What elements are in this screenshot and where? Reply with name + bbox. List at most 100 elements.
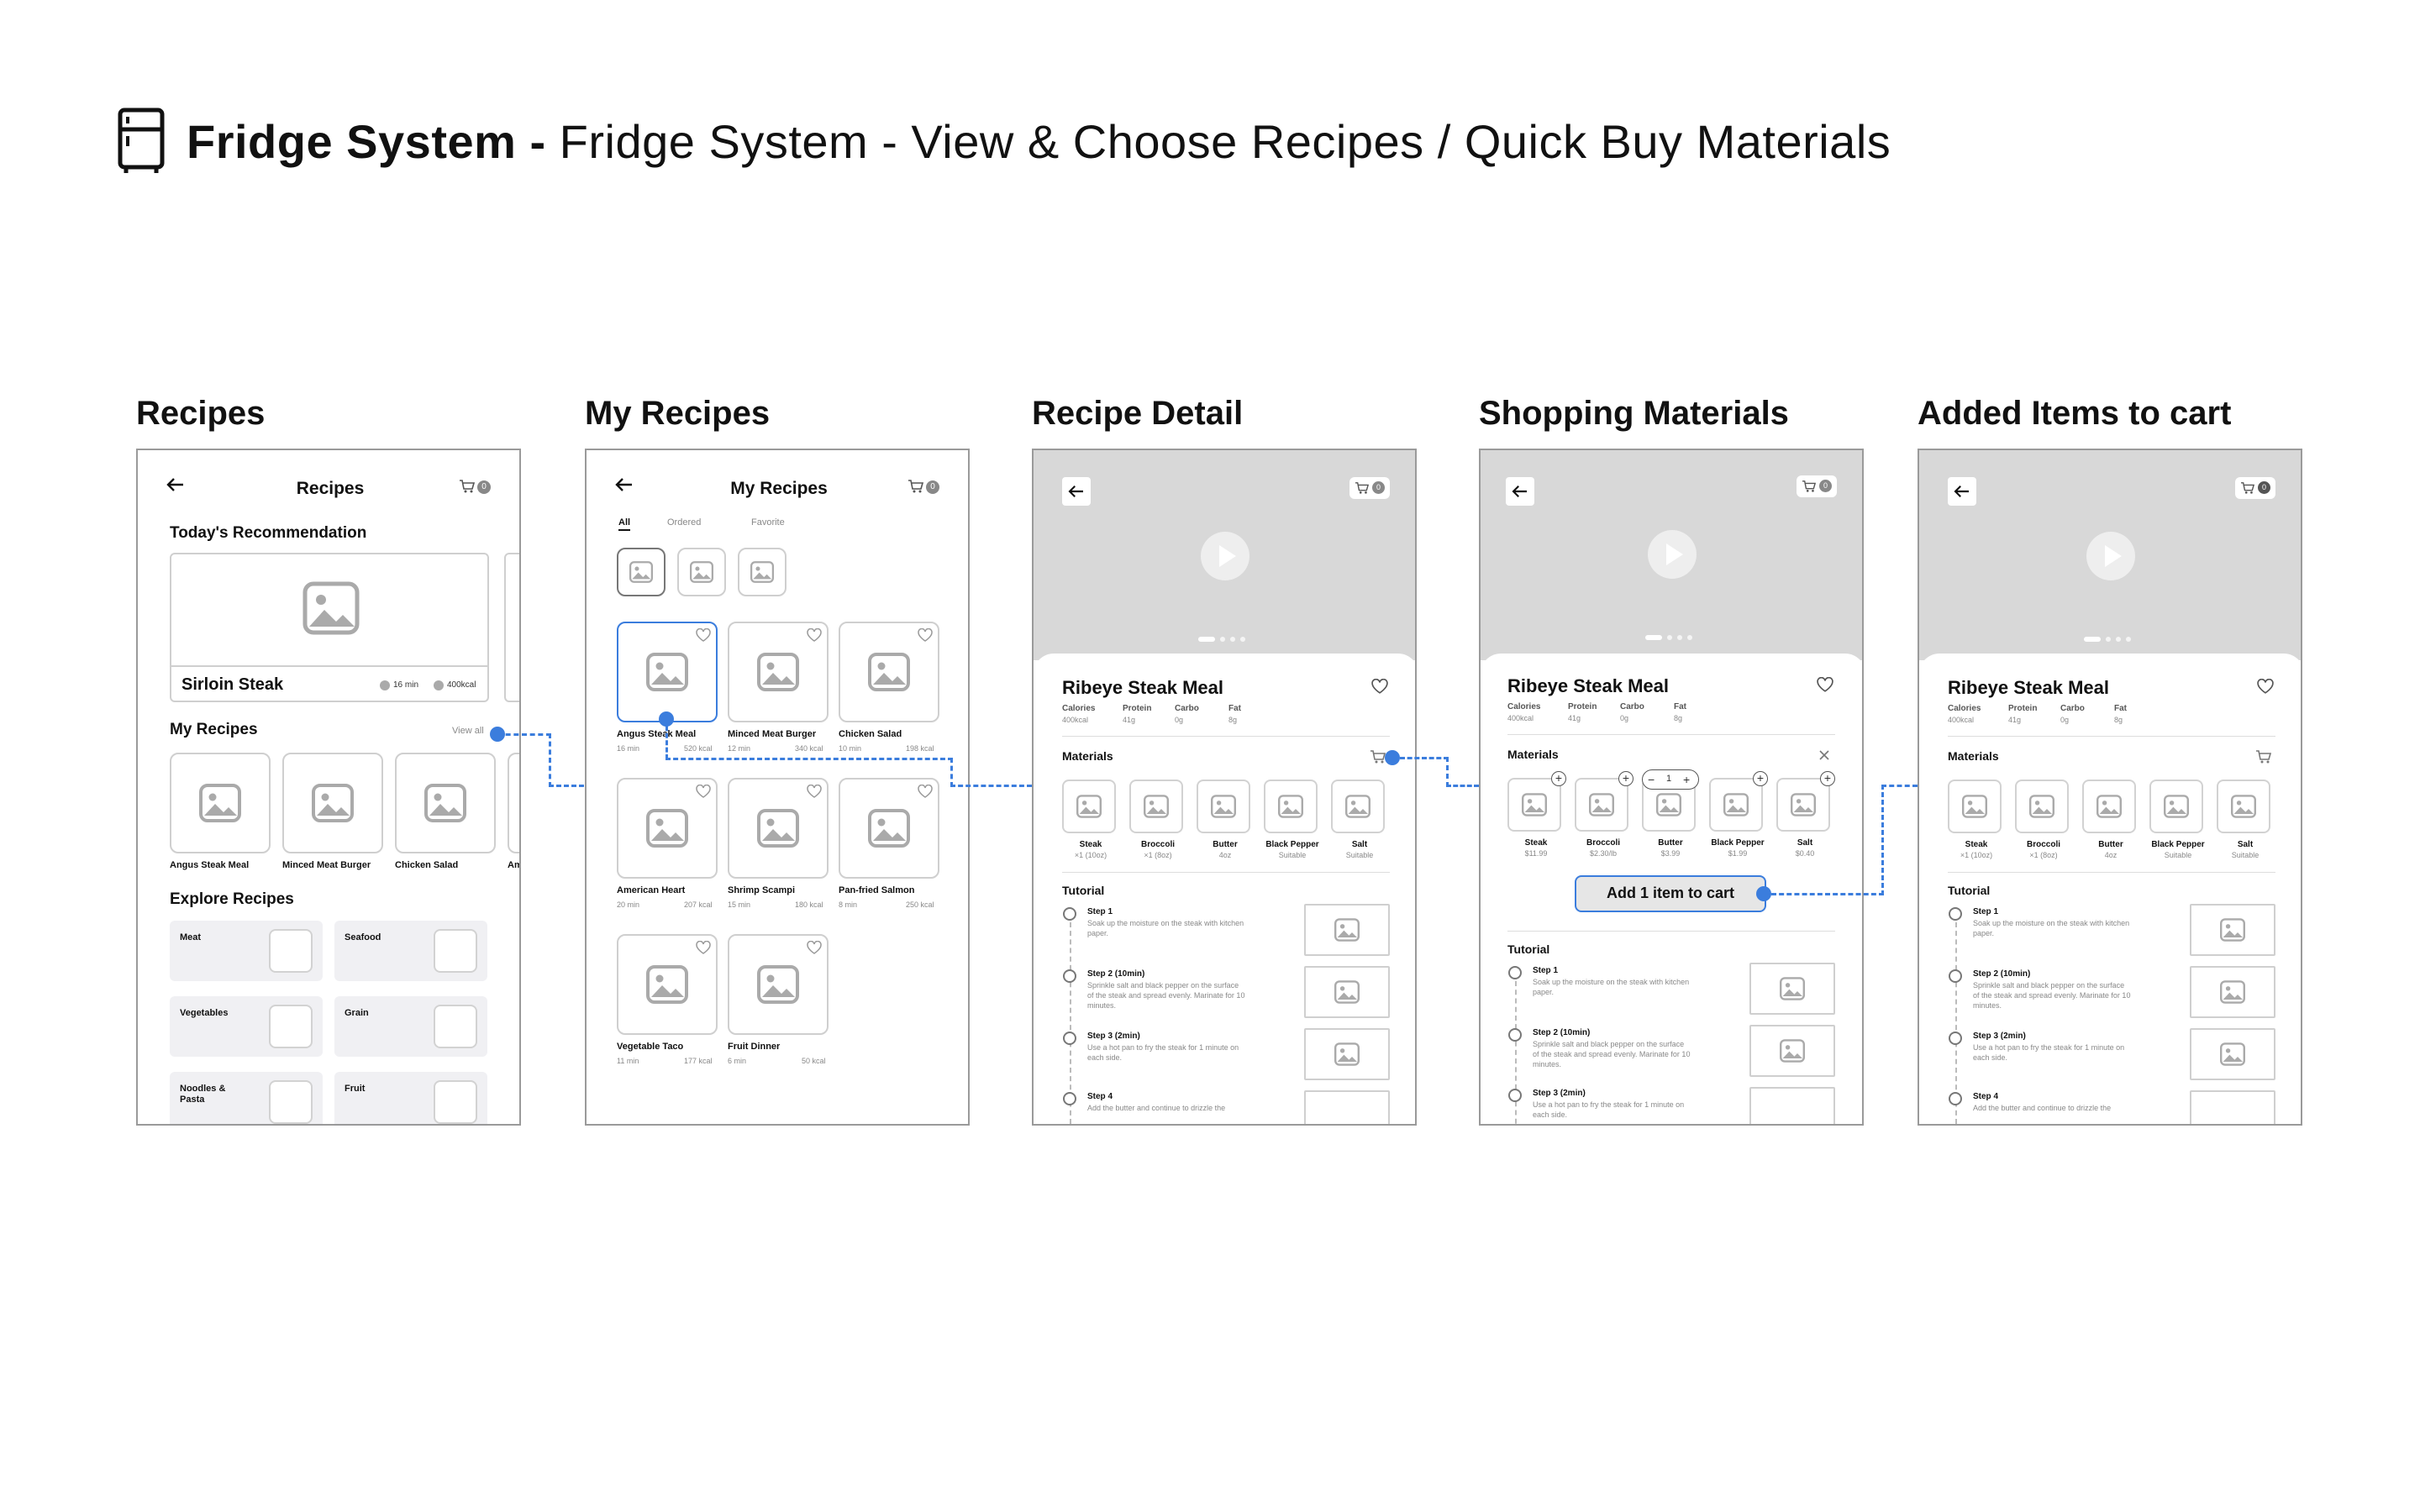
tab-favorite[interactable]: Favorite <box>751 517 785 528</box>
carousel-dot-active[interactable] <box>1198 637 1215 642</box>
heart-icon[interactable] <box>2257 679 2274 694</box>
step-marker[interactable] <box>1063 1032 1076 1045</box>
carousel-dot[interactable] <box>1677 635 1682 640</box>
step-image[interactable] <box>1304 966 1390 1018</box>
view-all-link[interactable]: View all <box>452 726 484 736</box>
step-image[interactable] <box>1304 1028 1390 1080</box>
add-item-button[interactable]: + <box>1551 771 1566 786</box>
cart-button[interactable]: 0 <box>1349 477 1390 499</box>
step-image[interactable] <box>1749 1087 1835 1124</box>
heart-icon[interactable] <box>696 941 711 954</box>
carousel-dot[interactable] <box>2126 637 2131 642</box>
filter-thumb[interactable] <box>738 548 786 596</box>
category-noodles-pasta[interactable]: Noodles & Pasta <box>170 1072 323 1124</box>
step-image[interactable] <box>2190 1090 2275 1124</box>
add-item-button[interactable]: + <box>1820 771 1835 786</box>
cart-icon[interactable] <box>1370 749 1386 764</box>
step-image[interactable] <box>2190 1028 2275 1080</box>
cart-button[interactable]: 0 <box>1797 475 1837 497</box>
back-button[interactable] <box>1506 477 1534 506</box>
recipe-thumb[interactable] <box>282 753 383 853</box>
back-button[interactable] <box>1948 477 1976 506</box>
carousel-dot[interactable] <box>1667 635 1672 640</box>
carousel-dot-active[interactable] <box>2084 637 2101 642</box>
quantity-stepper[interactable]: − 1 + <box>1642 769 1699 790</box>
material-thumb[interactable] <box>1197 780 1250 833</box>
step-marker[interactable] <box>1508 966 1522 979</box>
cart-icon[interactable] <box>908 479 924 494</box>
minus-icon[interactable]: − <box>1648 772 1655 787</box>
add-to-cart-button[interactable]: Add 1 item to cart <box>1575 875 1766 912</box>
tab-ordered[interactable]: Ordered <box>667 517 701 528</box>
step-marker[interactable] <box>1508 1089 1522 1102</box>
material-thumb[interactable] <box>1709 778 1763 832</box>
category-grain[interactable]: Grain <box>334 996 487 1057</box>
recipe-thumb[interactable] <box>508 753 519 853</box>
play-icon[interactable] <box>1200 531 1250 581</box>
material-thumb[interactable] <box>1062 780 1116 833</box>
step-marker[interactable] <box>1063 1092 1076 1105</box>
step-marker[interactable] <box>1063 907 1076 921</box>
cart-icon[interactable] <box>2255 749 2272 764</box>
carousel-dot[interactable] <box>1220 637 1225 642</box>
carousel-dot[interactable] <box>1687 635 1692 640</box>
heart-icon[interactable] <box>1371 679 1388 694</box>
material-thumb[interactable] <box>2149 780 2203 833</box>
material-thumb[interactable] <box>1264 780 1318 833</box>
material-thumb[interactable] <box>1776 778 1830 832</box>
heart-icon[interactable] <box>807 941 822 954</box>
heart-icon[interactable] <box>918 785 933 798</box>
recipe-thumb[interactable] <box>395 753 496 853</box>
step-image[interactable] <box>1304 904 1390 956</box>
category-fruit[interactable]: Fruit <box>334 1072 487 1124</box>
step-image[interactable] <box>1749 1025 1835 1077</box>
material-thumb[interactable] <box>1948 780 2002 833</box>
recipe-thumb[interactable] <box>170 753 271 853</box>
featured-recipe-card[interactable]: Sirloin Steak 16 min 400kcal <box>170 553 489 702</box>
step-image[interactable] <box>2190 904 2275 956</box>
heart-icon[interactable] <box>807 628 822 642</box>
step-image[interactable] <box>1304 1090 1390 1124</box>
heart-icon[interactable] <box>918 628 933 642</box>
material-thumb[interactable] <box>1331 780 1385 833</box>
material-thumb[interactable] <box>2015 780 2069 833</box>
step-image[interactable] <box>2190 966 2275 1018</box>
step-marker[interactable] <box>1063 969 1076 983</box>
material-thumb[interactable] <box>2082 780 2136 833</box>
step-marker[interactable] <box>1949 1092 1962 1105</box>
close-icon[interactable] <box>1818 749 1830 761</box>
step-marker[interactable] <box>1508 1028 1522 1042</box>
cart-button[interactable]: 0 <box>2235 477 2275 499</box>
carousel-dot[interactable] <box>2116 637 2121 642</box>
filter-thumb-selected[interactable] <box>617 548 666 596</box>
filter-thumb[interactable] <box>677 548 726 596</box>
plus-icon[interactable]: + <box>1683 772 1690 787</box>
material-thumb[interactable] <box>1129 780 1183 833</box>
material-thumb[interactable] <box>2217 780 2270 833</box>
heart-icon[interactable] <box>696 628 711 642</box>
next-recommendation-card[interactable] <box>504 553 519 702</box>
step-marker[interactable] <box>1949 1032 1962 1045</box>
carousel-dot[interactable] <box>2106 637 2111 642</box>
category-meat[interactable]: Meat <box>170 921 323 981</box>
heart-icon[interactable] <box>807 785 822 798</box>
carousel-dot[interactable] <box>1230 637 1235 642</box>
play-icon[interactable] <box>1647 529 1697 580</box>
play-icon[interactable] <box>2086 531 2136 581</box>
heart-icon[interactable] <box>696 785 711 798</box>
category-vegetables[interactable]: Vegetables <box>170 996 323 1057</box>
step-image[interactable] <box>1749 963 1835 1015</box>
carousel-dot[interactable] <box>1240 637 1245 642</box>
heart-icon[interactable] <box>1817 677 1833 692</box>
step-marker[interactable] <box>1949 907 1962 921</box>
cart-icon[interactable] <box>459 479 476 494</box>
category-seafood[interactable]: Seafood <box>334 921 487 981</box>
material-thumb[interactable] <box>1507 778 1561 832</box>
tab-all[interactable]: All <box>618 517 631 531</box>
add-item-button[interactable]: + <box>1618 771 1634 786</box>
back-button[interactable] <box>1062 477 1091 506</box>
material-thumb[interactable] <box>1575 778 1628 832</box>
carousel-dot-active[interactable] <box>1645 635 1662 640</box>
add-item-button[interactable]: + <box>1753 771 1768 786</box>
step-marker[interactable] <box>1949 969 1962 983</box>
